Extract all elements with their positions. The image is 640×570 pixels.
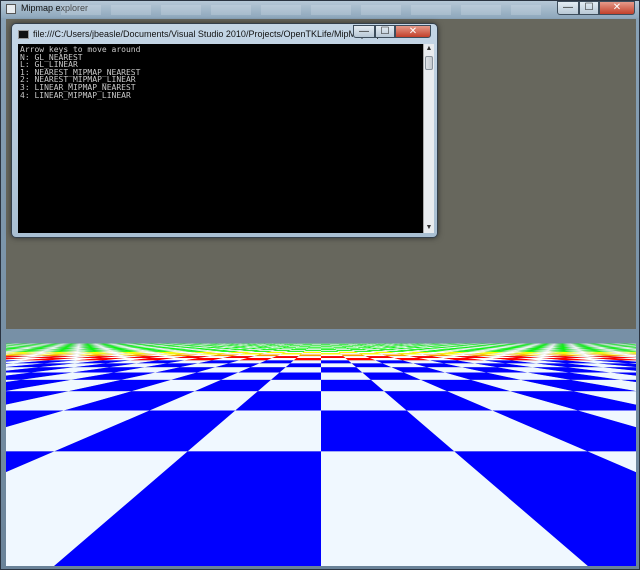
floor-tile — [321, 351, 340, 354]
floor-tile — [321, 348, 336, 350]
floor-tile — [346, 347, 362, 349]
floor-tile — [333, 347, 348, 349]
console-close-button[interactable]: ✕ — [395, 25, 431, 38]
floor-tile — [321, 367, 363, 373]
maximize-button[interactable]: ☐ — [579, 1, 599, 15]
floor-tile — [290, 349, 307, 351]
floor-tile — [339, 353, 362, 355]
floor-tile — [357, 347, 373, 348]
floor-tile — [272, 350, 291, 351]
floor-tile — [341, 354, 366, 357]
floor-tile — [321, 347, 335, 349]
floor-tile — [272, 346, 287, 348]
floor-tile — [321, 360, 352, 364]
floor-tile — [321, 347, 334, 348]
floor-tile — [303, 350, 321, 352]
scroll-down-arrow-icon[interactable]: ▼ — [424, 223, 434, 233]
floor-tile — [280, 353, 303, 355]
floor-tile — [276, 354, 301, 357]
floor-tile — [283, 351, 304, 354]
scroll-thumb[interactable] — [425, 56, 433, 70]
floor-tile — [321, 350, 339, 352]
floor-tile — [272, 356, 299, 359]
floor-tile — [302, 351, 321, 354]
floor-tile — [343, 356, 370, 359]
floor-tile — [308, 346, 321, 348]
scroll-up-arrow-icon[interactable]: ▲ — [424, 44, 434, 54]
app-icon — [6, 4, 16, 14]
console-maximize-button[interactable]: ☐ — [375, 25, 395, 38]
floor-tile — [345, 347, 360, 348]
floor-tile — [296, 356, 321, 359]
floor-tile — [295, 347, 309, 348]
floor-tile — [298, 354, 321, 357]
floor-tile — [334, 348, 350, 350]
floor-tile — [321, 363, 357, 368]
floor-tile — [296, 346, 310, 348]
floor-tile — [336, 350, 354, 351]
floor-tile — [321, 349, 337, 351]
floor-tile — [321, 358, 349, 361]
console-minimize-button[interactable]: — — [353, 25, 375, 38]
console-output: Arrow keys to move around N: GL_NEAREST … — [18, 44, 423, 233]
floor-tile — [307, 347, 321, 349]
floor-tile — [321, 350, 338, 351]
window-controls: — ☐ ✕ — [557, 1, 635, 16]
floor-tile — [284, 346, 298, 348]
floor-tile — [321, 346, 334, 348]
floor-tile — [269, 347, 285, 348]
floor-tile — [271, 372, 321, 380]
console-line: 4: LINEAR_MIPMAP_LINEAR — [20, 90, 131, 100]
floor-tile — [275, 349, 293, 351]
console-window[interactable]: file:///C:/Users/jbeasle/Documents/Visua… — [11, 23, 438, 238]
floor-tile — [279, 367, 321, 373]
console-window-controls: — ☐ ✕ — [353, 25, 431, 38]
floor-tile — [294, 347, 309, 349]
floor-tile — [306, 348, 321, 350]
floor-tile — [344, 346, 358, 348]
floor-tile — [351, 350, 370, 351]
floor-tile — [321, 356, 346, 359]
floor-tile — [292, 348, 308, 350]
floor-tile — [304, 350, 321, 351]
minimize-button[interactable]: — — [557, 1, 579, 15]
floor-tile — [290, 360, 321, 364]
floor-tile — [293, 358, 321, 361]
taskbar-reflection — [61, 5, 541, 15]
floor-tile — [349, 349, 367, 351]
floor-tile — [347, 348, 364, 350]
floor-tile — [321, 353, 342, 355]
console-scrollbar[interactable]: ▲ ▼ — [423, 44, 434, 233]
floor-tile — [332, 346, 346, 348]
console-line: N: GL_NEAREST — [20, 52, 83, 62]
floor-tile — [338, 351, 359, 354]
console-icon — [18, 30, 29, 39]
floor-tile — [280, 347, 296, 349]
close-button[interactable]: ✕ — [599, 1, 635, 15]
console-lines: Arrow keys to move around N: GL_NEAREST … — [18, 44, 423, 101]
floor-tile — [333, 347, 347, 348]
floor-tile — [288, 350, 306, 351]
title-bar[interactable]: Mipmap explorer — ☐ ✕ — [1, 1, 639, 18]
floor-tile — [305, 349, 321, 351]
floor-tile — [286, 350, 305, 352]
floor-tile — [337, 350, 356, 352]
floor-tile — [335, 349, 352, 351]
floor-tile — [285, 363, 321, 368]
floor-tile — [278, 348, 295, 350]
floor-tile — [355, 346, 370, 348]
floor-tile — [300, 353, 321, 355]
floor-tile — [308, 347, 321, 348]
floor-tile — [282, 347, 297, 348]
floor-tile — [321, 372, 371, 380]
floor-tile — [321, 354, 344, 357]
